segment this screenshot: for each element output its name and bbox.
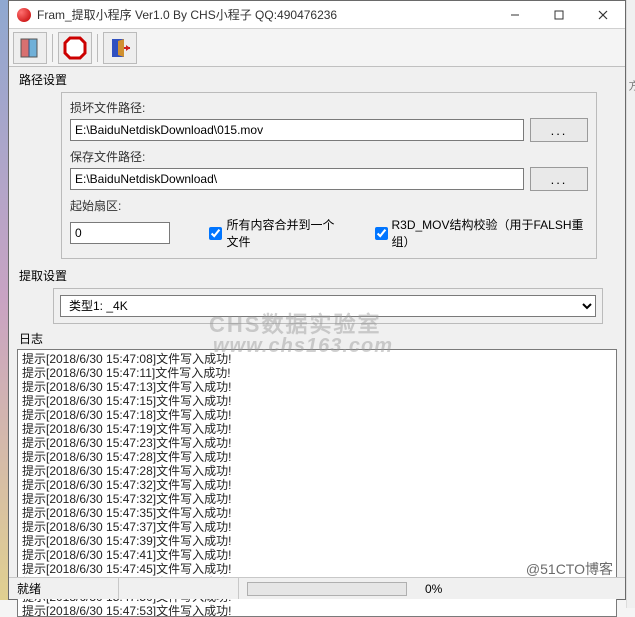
left-decoration <box>0 0 8 600</box>
app-icon <box>17 8 31 22</box>
stop-icon <box>63 36 87 60</box>
toolbar-open-button[interactable] <box>13 32 47 64</box>
log-line: 提示[2018/6/30 15:47:23]文件写入成功! <box>22 436 612 450</box>
toolbar-separator <box>52 34 53 62</box>
path-settings-group: 路径设置 损坏文件路径: ... 保存文件路径: ... 起始扇区: 所有内容合… <box>17 71 617 259</box>
log-line: 提示[2018/6/30 15:47:28]文件写入成功! <box>22 450 612 464</box>
log-line: 提示[2018/6/30 15:47:13]文件写入成功! <box>22 380 612 394</box>
log-label: 日志 <box>19 330 625 347</box>
toolbar-separator <box>97 34 98 62</box>
log-line: 提示[2018/6/30 15:47:15]文件写入成功! <box>22 394 612 408</box>
film-icon <box>18 36 42 60</box>
log-line: 提示[2018/6/30 15:47:39]文件写入成功! <box>22 534 612 548</box>
toolbar-stop-button[interactable] <box>58 32 92 64</box>
log-line: 提示[2018/6/30 15:47:32]文件写入成功! <box>22 492 612 506</box>
extract-settings-legend: 提取设置 <box>19 267 625 284</box>
right-hint-text: 方 <box>625 80 635 91</box>
damaged-path-label: 损坏文件路径: <box>70 99 588 116</box>
log-line: 提示[2018/6/30 15:47:41]文件写入成功! <box>22 548 612 562</box>
status-bar: 就绪 0% <box>9 577 625 599</box>
status-spacer <box>119 578 239 599</box>
merge-checkbox[interactable] <box>209 227 222 240</box>
log-line: 提示[2018/6/30 15:47:11]文件写入成功! <box>22 366 612 380</box>
browse-save-button[interactable]: ... <box>530 167 588 191</box>
maximize-button[interactable] <box>537 1 581 29</box>
log-line: 提示[2018/6/30 15:47:19]文件写入成功! <box>22 422 612 436</box>
log-line: 提示[2018/6/30 15:47:18]文件写入成功! <box>22 408 612 422</box>
start-sector-input[interactable] <box>70 222 170 244</box>
toolbar <box>9 29 625 67</box>
title-bar: Fram_提取小程序 Ver1.0 By CHS小程子 QQ:490476236 <box>9 1 625 29</box>
merge-checkbox-wrap[interactable]: 所有内容合并到一个文件 <box>209 216 346 250</box>
r3d-checkbox-label: R3D_MOV结构校验（用于FALSH重组） <box>392 216 589 250</box>
save-path-label: 保存文件路径: <box>70 148 588 165</box>
window-title: Fram_提取小程序 Ver1.0 By CHS小程子 QQ:490476236 <box>37 6 493 23</box>
close-button[interactable] <box>581 1 625 29</box>
log-line: 提示[2018/6/30 15:47:32]文件写入成功! <box>22 478 612 492</box>
progress-bar <box>247 582 407 596</box>
log-line: 提示[2018/6/30 15:47:08]文件写入成功! <box>22 352 612 366</box>
main-window: Fram_提取小程序 Ver1.0 By CHS小程子 QQ:490476236 <box>8 0 626 600</box>
type-select[interactable]: 类型1: _4K <box>60 295 596 317</box>
exit-door-icon <box>108 36 132 60</box>
right-decoration: 方 <box>626 0 635 608</box>
r3d-checkbox[interactable] <box>375 227 388 240</box>
r3d-checkbox-wrap[interactable]: R3D_MOV结构校验（用于FALSH重组） <box>375 216 589 250</box>
progress-percent: 0% <box>425 582 442 596</box>
merge-checkbox-label: 所有内容合并到一个文件 <box>226 216 346 250</box>
damaged-path-input[interactable] <box>70 119 524 141</box>
path-settings-legend: 路径设置 <box>19 71 617 88</box>
path-settings-inner: 损坏文件路径: ... 保存文件路径: ... 起始扇区: 所有内容合并到一个文… <box>61 92 597 259</box>
save-path-input[interactable] <box>70 168 524 190</box>
log-line: 提示[2018/6/30 15:47:28]文件写入成功! <box>22 464 612 478</box>
log-line: 提示[2018/6/30 15:47:35]文件写入成功! <box>22 506 612 520</box>
log-line: 提示[2018/6/30 15:47:45]文件写入成功! <box>22 562 612 576</box>
log-line: 提示[2018/6/30 15:47:37]文件写入成功! <box>22 520 612 534</box>
status-ready: 就绪 <box>9 578 119 599</box>
minimize-button[interactable] <box>493 1 537 29</box>
extract-settings-group: 类型1: _4K <box>53 288 603 324</box>
toolbar-exit-button[interactable] <box>103 32 137 64</box>
log-line: 提示[2018/6/30 15:47:53]文件写入成功! <box>22 604 612 617</box>
browse-damaged-button[interactable]: ... <box>530 118 588 142</box>
start-sector-label: 起始扇区: <box>70 197 588 214</box>
